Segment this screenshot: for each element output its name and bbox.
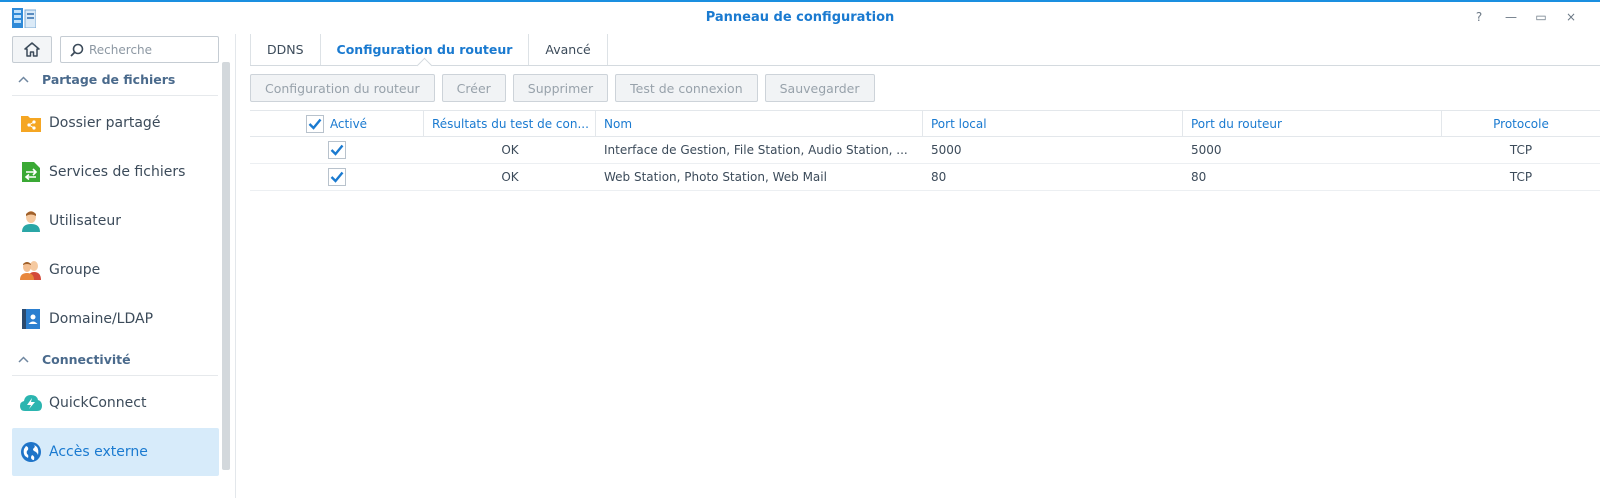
name-text: Web Station, Photo Station, Web Mail — [604, 170, 827, 184]
sidebar-item-label: Utilisateur — [49, 213, 122, 229]
table-row[interactable]: OK Web Station, Photo Station, Web Mail … — [250, 164, 1600, 191]
tab-router-configuration[interactable]: Configuration du routeur — [321, 34, 530, 65]
sidebar: Partage de fichiers Dossier partagé — [0, 34, 236, 498]
sidebar-scrollbar[interactable] — [222, 62, 230, 470]
sidebar-item-user[interactable]: Utilisateur — [12, 197, 219, 245]
external-access-icon — [19, 440, 43, 464]
main-panel: DDNS Configuration du routeur Avancé Con… — [236, 34, 1600, 498]
enabled-cell — [250, 137, 424, 163]
section-label: Connectivité — [42, 352, 131, 367]
search-input[interactable] — [89, 42, 214, 57]
column-header-local-port[interactable]: Port local — [923, 111, 1183, 136]
sidebar-item-shared-folder[interactable]: Dossier partagé — [12, 99, 219, 147]
column-header-protocol[interactable]: Protocole — [1442, 111, 1600, 136]
sidebar-item-external-access[interactable]: Accès externe — [12, 428, 219, 476]
create-button[interactable]: Créer — [441, 74, 506, 102]
window-title: Panneau de configuration — [705, 10, 895, 25]
delete-button[interactable]: Supprimer — [512, 74, 609, 102]
sidebar-item-label: Domaine/LDAP — [49, 311, 154, 327]
file-services-icon — [19, 160, 43, 184]
column-header-name[interactable]: Nom — [596, 111, 923, 136]
test-result-cell: OK — [501, 170, 519, 184]
sidebar-item-domain-ldap[interactable]: Domaine/LDAP — [12, 295, 219, 343]
group-icon — [19, 258, 43, 282]
save-button[interactable]: Sauvegarder — [764, 74, 875, 102]
user-icon — [19, 209, 43, 233]
row-enabled-checkbox[interactable] — [328, 168, 346, 186]
protocol-cell: TCP — [1509, 143, 1533, 157]
maximize-button[interactable]: ▭ — [1532, 8, 1550, 26]
column-label: Activé — [329, 116, 368, 131]
sidebar-item-label: Dossier partagé — [49, 115, 161, 131]
sidebar-item-label: QuickConnect — [49, 395, 147, 411]
section-header-file-sharing[interactable]: Partage de fichiers — [12, 64, 218, 96]
protocol-cell: TCP — [1509, 170, 1533, 184]
local-port-cell: 5000 — [931, 143, 962, 157]
name-cell: Web Station, Photo Station, Web Mail — [596, 164, 923, 190]
column-header-test-result[interactable]: Résultats du test de con... — [424, 111, 596, 136]
router-configuration-button[interactable]: Configuration du routeur — [250, 74, 435, 102]
control-panel-window: Panneau de configuration ? — ▭ × Partage… — [0, 0, 1600, 498]
tab-advanced[interactable]: Avancé — [529, 34, 608, 65]
test-result-cell: OK — [501, 143, 519, 157]
quickconnect-icon — [19, 391, 43, 415]
sidebar-item-file-services[interactable]: Services de fichiers — [12, 148, 219, 196]
sidebar-item-label: Services de fichiers — [49, 164, 186, 180]
toolbar: Configuration du routeur Créer Supprimer… — [250, 74, 875, 102]
home-icon — [24, 42, 40, 57]
tab-ddns[interactable]: DDNS — [250, 34, 321, 65]
port-forwarding-table: Activé Résultats du test de con... Nom P… — [250, 110, 1600, 191]
close-button[interactable]: × — [1562, 8, 1580, 26]
local-port-cell: 80 — [931, 170, 947, 184]
tab-bar: DDNS Configuration du routeur Avancé — [250, 34, 1600, 66]
router-port-cell: 5000 — [1191, 143, 1222, 157]
sidebar-item-group[interactable]: Groupe — [12, 246, 219, 294]
search-field[interactable] — [60, 36, 219, 63]
sidebar-item-label: Groupe — [49, 262, 101, 278]
select-all-checkbox[interactable] — [305, 114, 324, 133]
column-header-enabled[interactable]: Activé — [250, 111, 424, 136]
chevron-up-icon — [18, 353, 32, 366]
help-button[interactable]: ? — [1470, 8, 1488, 26]
table-header: Activé Résultats du test de con... Nom P… — [250, 110, 1600, 137]
domain-ldap-icon — [19, 307, 43, 331]
search-icon — [70, 43, 84, 57]
section-header-connectivity[interactable]: Connectivité — [12, 344, 218, 376]
chevron-up-icon — [18, 73, 32, 86]
router-port-cell: 80 — [1191, 170, 1207, 184]
shared-folder-icon — [19, 111, 43, 135]
sidebar-item-quickconnect[interactable]: QuickConnect — [12, 379, 219, 427]
table-row[interactable]: OK Interface de Gestion, File Station, A… — [250, 137, 1600, 164]
name-cell: Interface de Gestion, File Station, Audi… — [596, 137, 923, 163]
title-bar: Panneau de configuration ? — ▭ × — [0, 2, 1600, 34]
sidebar-item-label: Accès externe — [49, 444, 148, 460]
test-connection-button[interactable]: Test de connexion — [615, 74, 758, 102]
minimize-button[interactable]: — — [1502, 8, 1520, 26]
name-text: Interface de Gestion, File Station, Audi… — [604, 143, 908, 157]
column-header-router-port[interactable]: Port du routeur — [1183, 111, 1442, 136]
enabled-cell — [250, 164, 424, 190]
home-button[interactable] — [12, 36, 52, 63]
section-label: Partage de fichiers — [42, 72, 176, 87]
row-enabled-checkbox[interactable] — [328, 141, 346, 159]
